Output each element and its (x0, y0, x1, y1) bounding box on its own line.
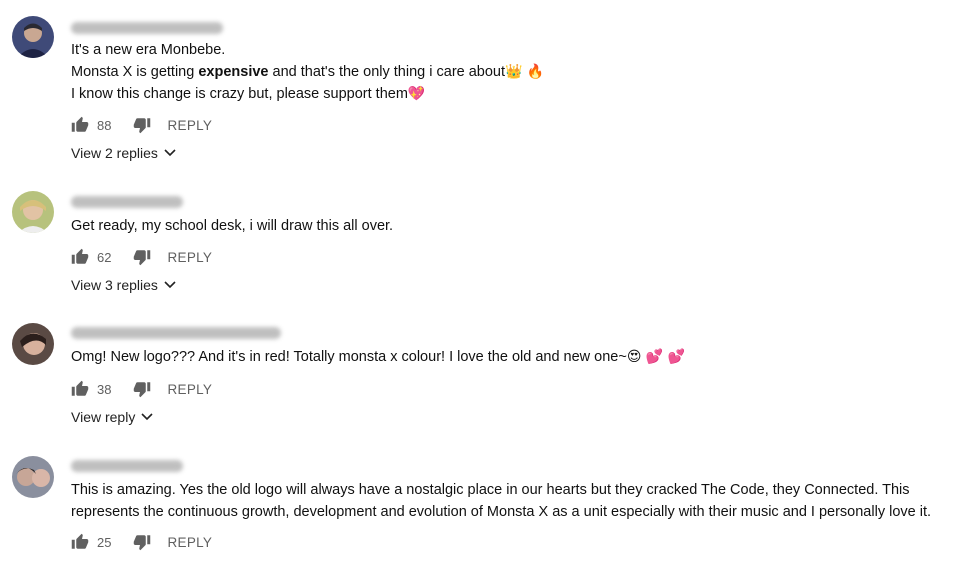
crown-fire-emoji: 👑 🔥 (505, 64, 545, 80)
reply-button[interactable]: REPLY (167, 118, 212, 133)
thumbs-down-icon[interactable] (133, 116, 151, 134)
reply-button[interactable]: REPLY (167, 250, 212, 265)
author-name[interactable] (71, 22, 223, 34)
avatar[interactable] (12, 456, 54, 498)
author-name[interactable] (71, 196, 183, 208)
chevron-down-icon (141, 413, 153, 421)
comment-actions: 62 REPLY (71, 247, 212, 267)
thumbs-up-icon[interactable] (71, 248, 89, 266)
comment-line: Get ready, my school desk, i will draw t… (71, 218, 394, 234)
comment-line: I know this change is crazy but, please … (71, 83, 544, 105)
view-replies-button[interactable]: View 3 replies (71, 277, 176, 293)
thumbs-up-icon[interactable] (71, 116, 89, 134)
comment-actions: 38 REPLY (71, 379, 212, 399)
like-count: 88 (97, 117, 112, 133)
comment-text: This is amazing. Yes the old logo will a… (71, 479, 931, 523)
comment-bold-word: expensive (198, 64, 269, 80)
like-count: 38 (97, 381, 112, 397)
reply-button[interactable]: REPLY (167, 382, 212, 397)
thumbs-up-icon[interactable] (71, 533, 89, 551)
view-replies-button[interactable]: View reply (71, 409, 153, 425)
comment-text: Get ready, my school desk, i will draw t… (71, 215, 393, 237)
avatar[interactable] (12, 323, 54, 365)
comment-line: represents the continuous growth, develo… (71, 504, 932, 520)
thumbs-down-icon[interactable] (133, 533, 151, 551)
author-name[interactable] (71, 327, 281, 339)
comment-text: Omg! New logo??? And it's in red! Totall… (71, 346, 685, 368)
thumbs-down-icon[interactable] (133, 380, 151, 398)
like-count: 62 (97, 249, 112, 265)
comment-text: It's a new era Monbebe. Monsta X is gett… (71, 39, 544, 105)
view-replies-label: View 3 replies (71, 277, 158, 293)
comment-line: Omg! New logo??? And it's in red! Totall… (71, 346, 685, 368)
comment-line-part: and that's the only thing i care about (268, 64, 506, 80)
view-replies-button[interactable]: View 2 replies (71, 145, 176, 161)
view-replies-label: View 2 replies (71, 145, 158, 161)
thumbs-up-icon[interactable] (71, 380, 89, 398)
avatar[interactable] (12, 191, 54, 233)
reply-button[interactable]: REPLY (167, 535, 212, 550)
like-count: 25 (97, 534, 112, 550)
comment-line-part: Monsta X is getting (71, 64, 199, 80)
thumbs-down-icon[interactable] (133, 248, 151, 266)
comment-line: It's a new era Monbebe. (71, 42, 226, 58)
comment-actions: 88 REPLY (71, 115, 212, 135)
comment-actions: 25 REPLY (71, 532, 212, 552)
author-name[interactable] (71, 460, 183, 472)
chevron-down-icon (164, 149, 176, 157)
comment-line: Monsta X is getting expensive and that's… (71, 61, 544, 83)
chevron-down-icon (164, 281, 176, 289)
view-replies-label: View reply (71, 409, 136, 425)
comment-line-part: I know this change is crazy but, please … (71, 86, 408, 102)
comment-line-part: Omg! New logo??? And it's in red! Totall… (71, 349, 627, 365)
avatar[interactable] (12, 16, 54, 58)
comment-line: This is amazing. Yes the old logo will a… (71, 482, 910, 498)
sparkling-heart-emoji: 💖 (407, 86, 426, 102)
heart-eyes-hearts-emoji: 😍 💕 💕 (626, 349, 686, 365)
